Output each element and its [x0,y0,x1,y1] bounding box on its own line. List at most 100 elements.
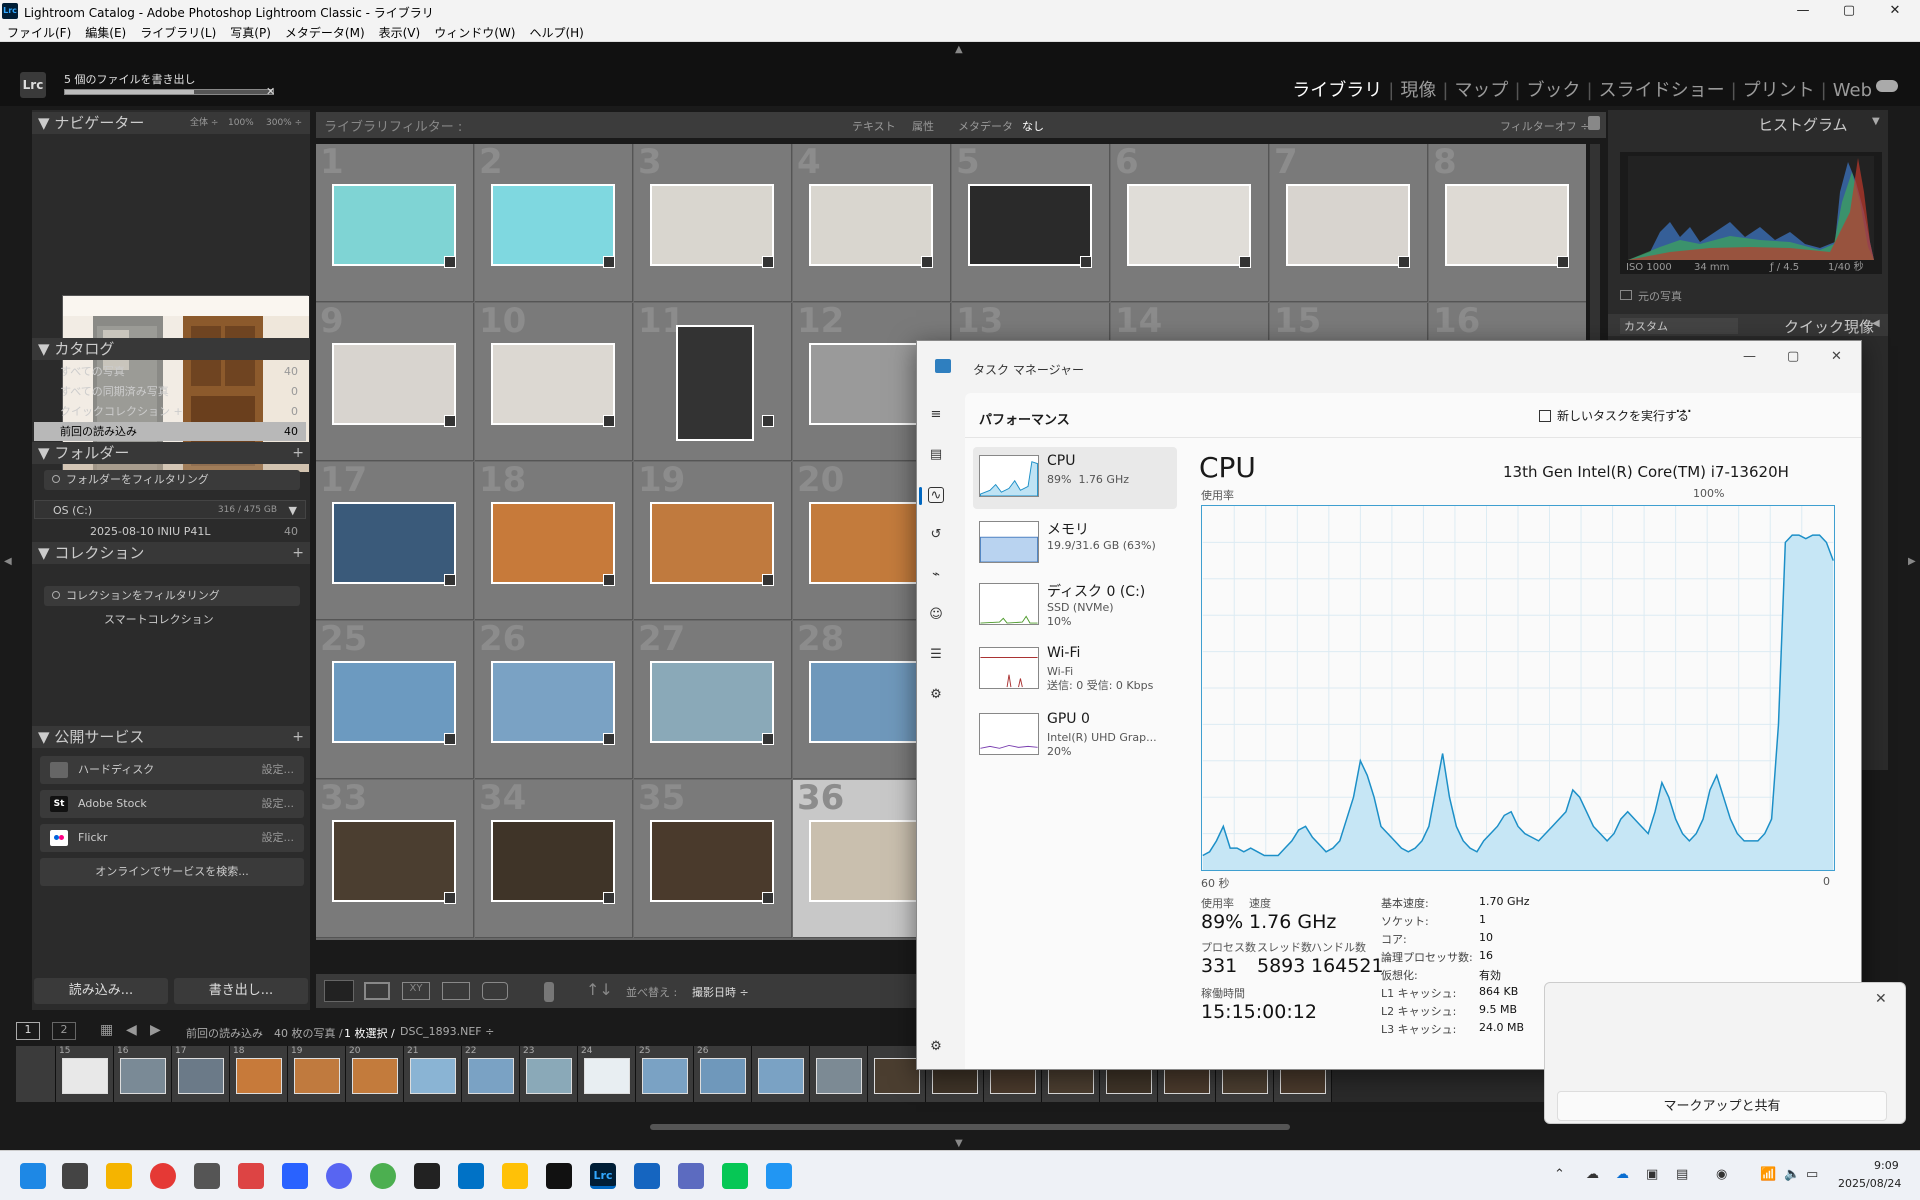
tray-app3-icon[interactable]: ◉ [1716,1167,1727,1182]
quick-develop-collapse-icon[interactable]: ◀ [1872,318,1880,329]
quick-develop-preset[interactable]: カスタム [1620,318,1738,334]
start-icon[interactable] [20,1163,46,1189]
grid-cell[interactable]: 17 [316,460,474,620]
edited-badge-icon[interactable] [444,415,456,427]
photo-thumbnail[interactable] [650,184,774,266]
filmstrip-cell[interactable]: 18 [230,1046,288,1102]
menu-file[interactable]: ファイル(F) [0,22,78,43]
photo-thumbnail[interactable] [332,502,456,584]
filmstrip-cell[interactable]: 23 [520,1046,578,1102]
grid-cell[interactable]: 5 [952,144,1110,302]
clock-time[interactable]: 9:09 [1874,1159,1899,1172]
bottom-panel-toggle-icon[interactable]: ▼ [955,1138,963,1149]
sort-direction-icon[interactable]: ↑↓ [586,980,613,999]
filmstrip-cell[interactable]: 25 [636,1046,694,1102]
photo-thumbnail[interactable] [809,184,933,266]
edited-badge-icon[interactable] [921,256,933,268]
filter-text-tab[interactable]: テキスト [852,118,896,134]
filmstrip-filename[interactable]: DSC_1893.NEF ÷ [400,1025,494,1038]
photo-thumbnail[interactable] [491,820,615,902]
filter-attribute-tab[interactable]: 属性 [912,118,934,134]
hamburger-icon[interactable]: ≡ [928,407,944,423]
smart-collection-row[interactable]: スマートコレクション [34,610,306,629]
grid-cell[interactable]: 8 [1429,144,1586,302]
grid-cell[interactable]: 9 [316,301,474,461]
photo-thumbnail[interactable] [968,184,1092,266]
filmstrip-cell[interactable]: 20 [346,1046,404,1102]
volume-row[interactable]: OS (C:) 316 / 475 GB ▼ [34,500,306,519]
edited-badge-icon[interactable] [1557,256,1569,268]
filmstrip-thumbnail[interactable] [526,1058,572,1094]
nav-fit-option[interactable]: 全体 ÷ [190,112,218,134]
filmstrip-cell[interactable] [810,1046,868,1102]
filmstrip-thumbnail[interactable] [120,1058,166,1094]
filmstrip-scrollbar[interactable] [650,1124,1290,1130]
catalog-item[interactable]: クイックコレクション + 0 [34,402,306,421]
filter-preset-select[interactable]: フィルターオフ ÷ [1500,118,1590,134]
menu-photo[interactable]: 写真(P) [223,22,278,43]
photo-thumbnail[interactable] [1286,184,1410,266]
photo-thumbnail[interactable] [1445,184,1569,266]
publish-settings-link[interactable]: 設定... [262,790,295,818]
catalog-item[interactable]: すべての写真 40 [34,362,306,381]
tm-maximize-button[interactable]: ▢ [1787,349,1799,364]
second-window-button[interactable]: 2 [52,1022,76,1040]
filmstrip-cell[interactable]: 24 [578,1046,636,1102]
grid-cell[interactable]: 1 [316,144,474,302]
discord-icon[interactable] [326,1163,352,1189]
module-develop[interactable]: 現像 [1394,80,1442,101]
main-window-button[interactable]: 1 [16,1022,40,1040]
filmstrip-cell[interactable]: 26 [694,1046,752,1102]
collections-header[interactable]: ▼ コレクション + [32,542,310,564]
grid-cell[interactable]: 11 [634,301,792,461]
sort-select[interactable]: 撮影日時 ÷ [692,984,749,1000]
menu-view[interactable]: 表示(V) [372,22,428,43]
publish-adobe-stock[interactable]: St Adobe Stock 設定... [40,790,304,818]
task-manager-window[interactable]: タスク マネージャー — ▢ ✕ ≡ ▤ ∿ ↺ ⌁ ☺ ☰ ⚙ ⚙ パフォーマ… [916,340,1862,1070]
grid-cell[interactable]: 18 [475,460,633,620]
startup-apps-icon[interactable]: ⌁ [928,567,944,583]
find-services-button[interactable]: オンラインでサービスを検索... [40,858,304,886]
collection-filter-input[interactable]: コレクションをフィルタリング [44,586,300,606]
menu-window[interactable]: ウィンドウ(W) [427,22,522,43]
filmstrip-thumbnail[interactable] [62,1058,108,1094]
grid-view-icon[interactable] [324,980,354,1002]
left-panel-toggle-icon[interactable]: ◀ [4,556,12,567]
import-button[interactable]: 読み込み... [34,978,168,1004]
photo-thumbnail[interactable] [650,661,774,743]
photo-thumbnail[interactable] [809,502,933,584]
task-view-icon[interactable] [62,1163,88,1189]
navigator-header[interactable]: ▼ ナビゲーター 全体 ÷ 100% 300% ÷ [32,112,310,134]
top-panel-toggle-icon[interactable]: ▲ [955,44,963,55]
chrome-icon[interactable] [150,1163,176,1189]
edited-badge-icon[interactable] [762,733,774,745]
filmstrip-cell[interactable]: 19 [288,1046,346,1102]
grid-cell[interactable]: 33 [316,778,474,938]
wechat-icon[interactable] [370,1163,396,1189]
photo-thumbnail[interactable] [332,343,456,425]
spray-can-icon[interactable] [544,982,554,1002]
font-app-icon[interactable] [414,1163,440,1189]
add-publish-icon[interactable]: + [292,726,304,748]
grid-cell[interactable]: 25 [316,619,474,779]
perf-wifi[interactable]: Wi-Fi Wi-Fi 送信: 0 受信: 0 Kbps [973,639,1177,701]
module-library[interactable]: ライブラリ [1286,80,1388,101]
lightroom-taskbar-icon[interactable]: Lrc [590,1163,616,1189]
filmstrip-thumbnail[interactable] [352,1058,398,1094]
filmstrip-source[interactable]: 前回の読み込み [186,1025,263,1041]
lock-icon[interactable] [1588,116,1600,130]
outlook-icon[interactable] [458,1163,484,1189]
photo-thumbnail[interactable] [491,184,615,266]
tm-close-button[interactable]: ✕ [1831,349,1842,364]
publish-settings-link[interactable]: 設定... [262,756,295,784]
photo-thumbnail[interactable] [650,820,774,902]
loupe-view-icon[interactable] [364,982,390,1000]
clock-date[interactable]: 2025/08/24 [1838,1177,1901,1190]
filmstrip-thumbnail[interactable] [642,1058,688,1094]
filmstrip-cell[interactable]: 22 [462,1046,520,1102]
perf-memory[interactable]: メモリ 19.9/31.6 GB (63%) [973,513,1177,575]
module-web[interactable]: Web [1827,80,1878,101]
photo-thumbnail[interactable] [809,820,933,902]
file-explorer-icon[interactable] [106,1163,132,1189]
filmstrip-thumbnail[interactable] [178,1058,224,1094]
